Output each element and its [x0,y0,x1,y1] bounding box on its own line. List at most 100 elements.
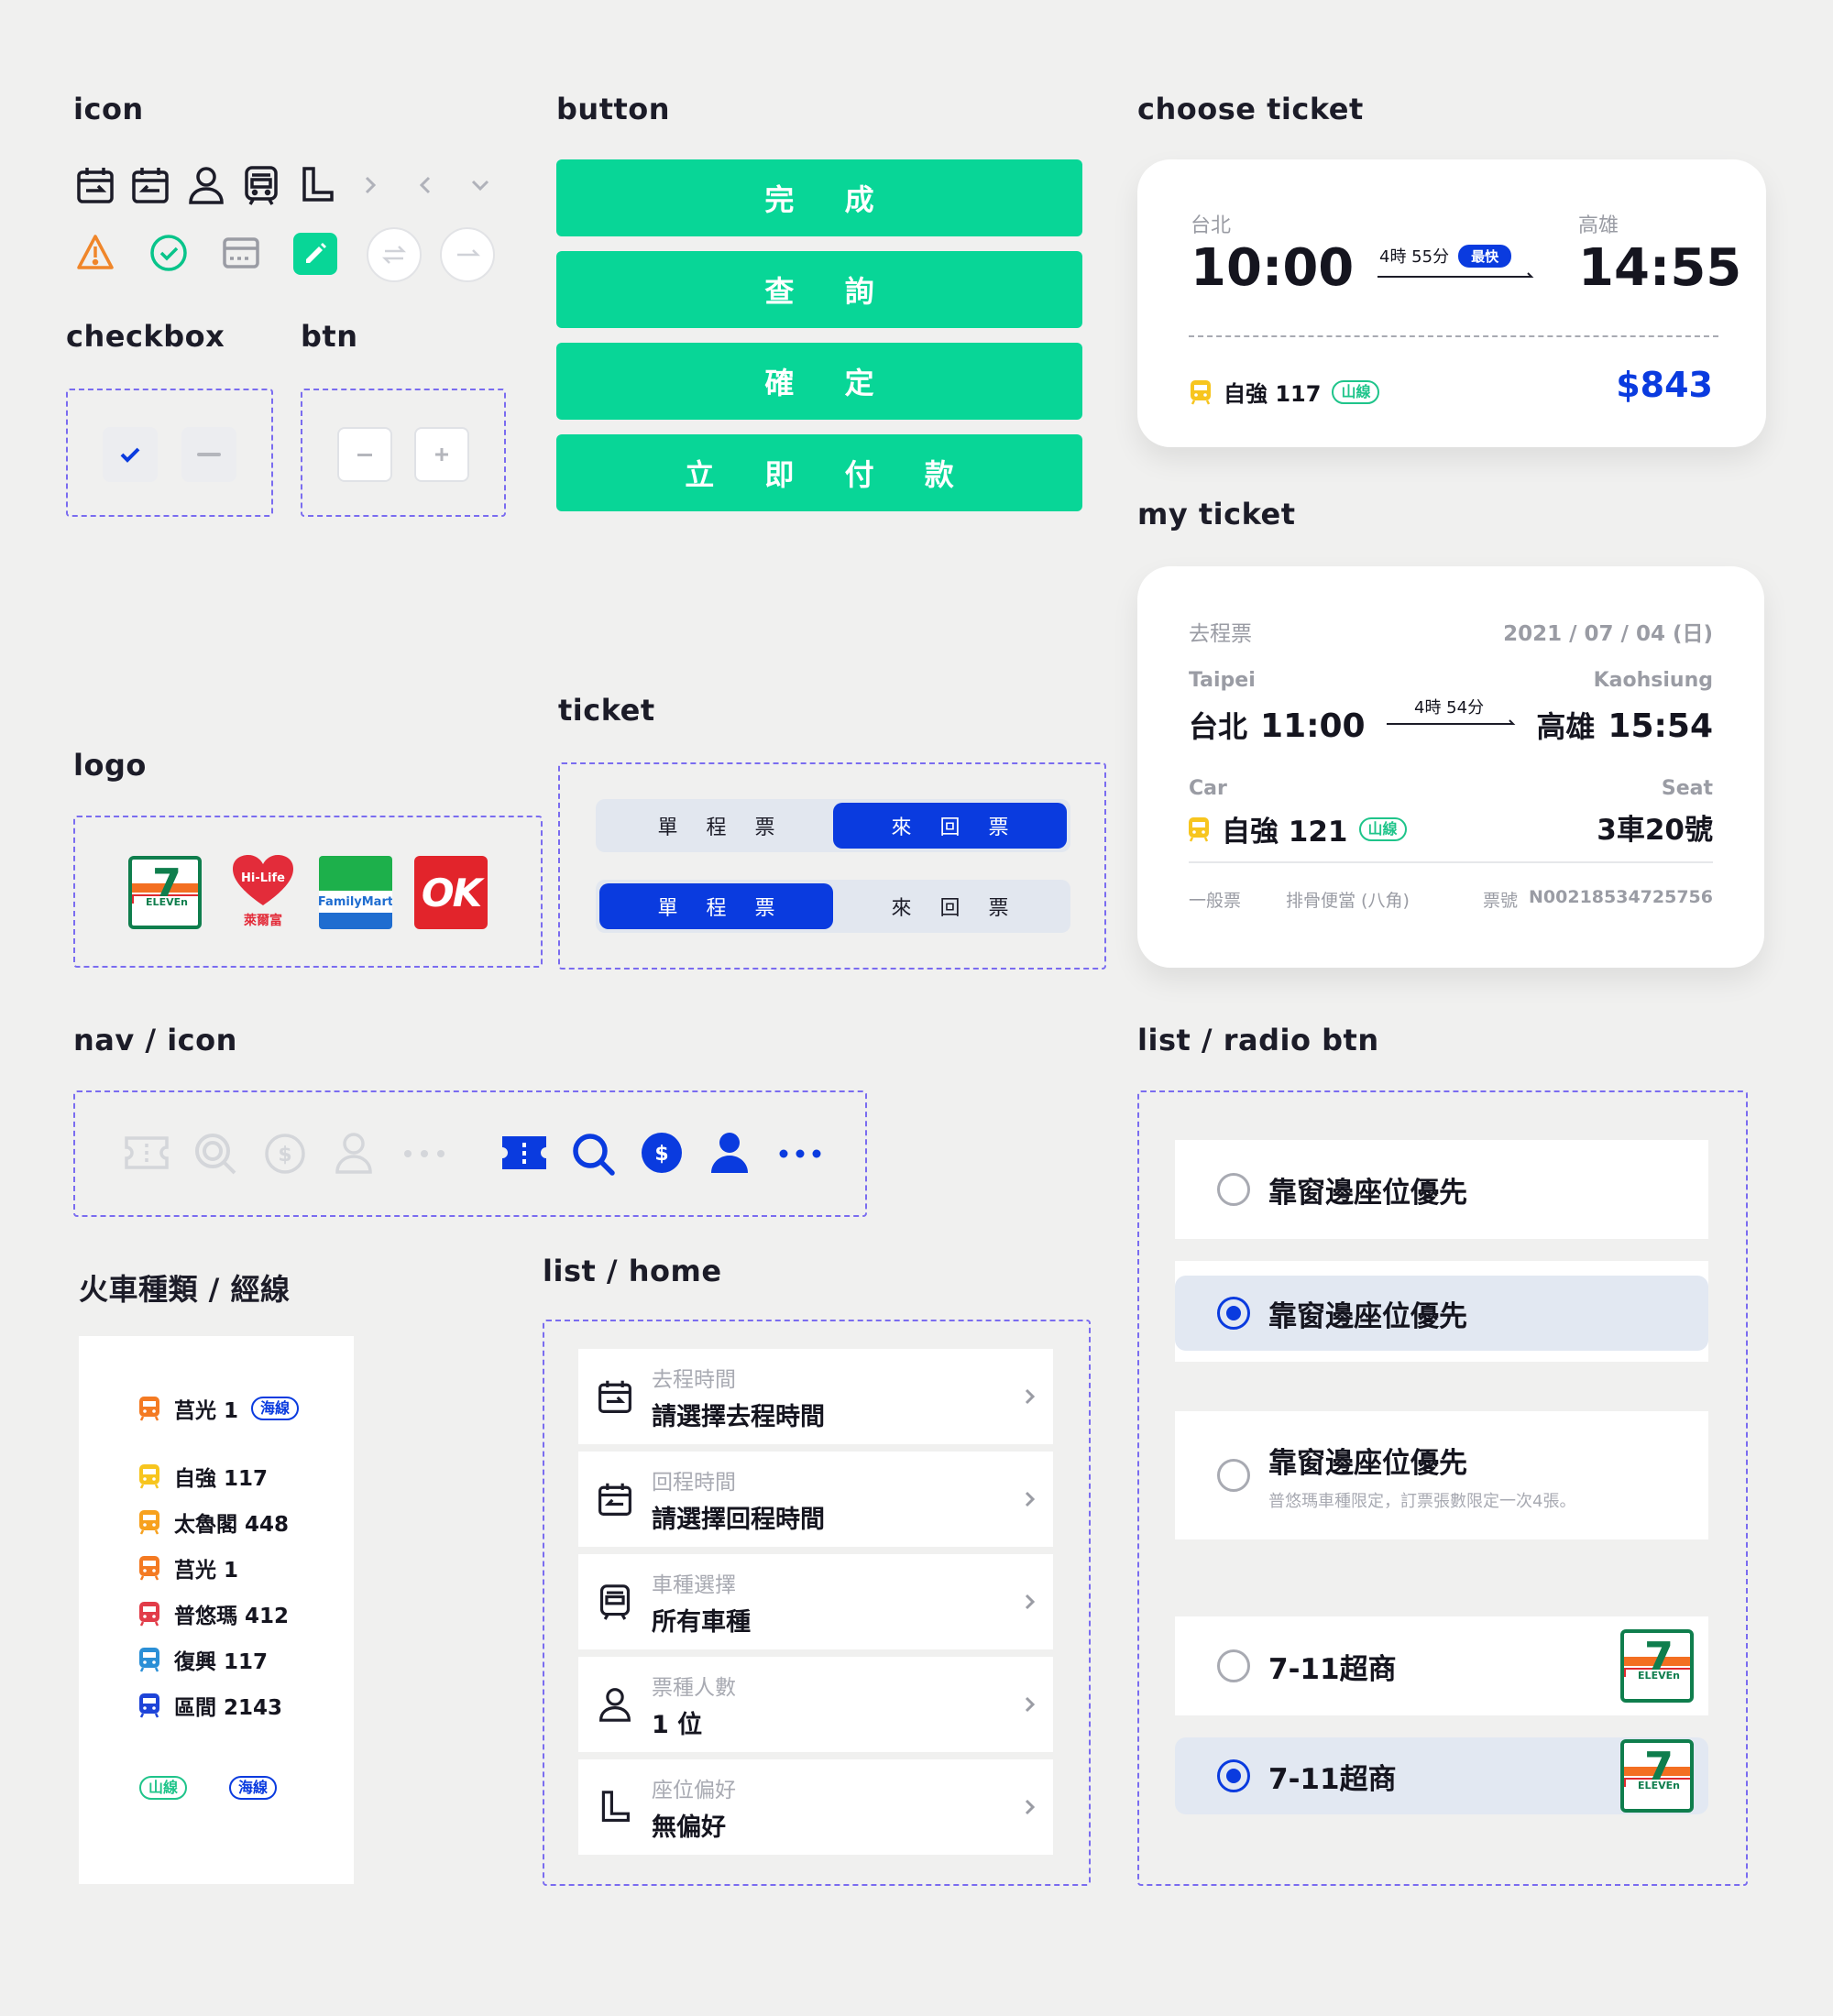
radio-label: 靠窗邊座位優先 [1268,1176,1467,1210]
home-list-item[interactable]: 座位偏好 無偏好 [578,1759,1053,1855]
more-icon-active[interactable] [779,1149,821,1158]
pay-now-button[interactable]: 立 即 付 款 [556,434,1082,511]
radio-label: 靠窗邊座位優先 [1268,1446,1467,1480]
section-title-my-ticket: my ticket [1137,497,1296,531]
minus-icon [197,453,221,456]
ticket-number-row: 票號 N00218534725756 [1483,887,1713,912]
edit-icon[interactable] [293,233,337,275]
my-ticket-card[interactable]: 去程票 2021 / 07 / 04 (日) Taipei Kaohsiung … [1137,566,1764,968]
train-icon [578,1583,652,1620]
calendar-return-icon [578,1481,652,1517]
logo-group: 7 ELEVEn Hi-Life 萊爾富 FamilyMart OK [73,816,543,968]
to-station: 高雄 [1578,214,1619,237]
home-list-item[interactable]: 去程時間 請選擇去程時間 [578,1349,1053,1444]
home-list-item[interactable]: 票種人數 1 位 [578,1657,1053,1752]
more-icon-inactive[interactable] [403,1149,445,1158]
segment-round-ticket[interactable]: 來 回 票 [833,803,1067,849]
ticket-icon-inactive[interactable] [123,1134,170,1171]
arrow-right-icon[interactable] [440,227,495,282]
radio-button[interactable] [1217,1173,1250,1206]
list-item-label: 座位偏好 [652,1778,736,1802]
line-badge: 海線 [251,1397,300,1420]
arrival: 高雄 15:54 [1536,704,1713,746]
radio-711-store-selected[interactable]: 7-11超商 7 ELEVEn [1175,1737,1708,1814]
duration-arrow [1385,718,1519,728]
ok-mart-logo: OK [414,856,488,929]
ticket-icon-active[interactable] [500,1134,548,1171]
seat-number: 3車20號 [1597,814,1713,847]
home-list-item[interactable]: 回程時間 請選擇回程時間 [578,1452,1053,1547]
line-badge: 山線 [1332,379,1380,404]
radio-button[interactable] [1217,1649,1250,1682]
choose-ticket-card[interactable]: 台北 10:00 4時 55分 最快 高雄 14:55 自強 117 山線 $8… [1137,159,1766,447]
divider [1189,335,1718,337]
radio-window-seat-note[interactable]: 靠窗邊座位優先 普悠瑪車種限定，訂票張數限定一次4張。 [1175,1411,1708,1539]
stepper-plus-button[interactable] [414,427,469,482]
checkbox-checked[interactable] [103,427,158,482]
svg-text:$: $ [278,1144,291,1167]
train-icon [139,1397,159,1421]
search-button[interactable]: 查 詢 [556,251,1082,328]
dollar-icon-active[interactable]: $ [640,1131,684,1175]
radio-button-selected[interactable] [1217,1759,1250,1792]
list-item-label: 去程時間 [652,1367,736,1392]
train-type-item: 復興 117 [137,1644,268,1675]
calendar-out-icon [75,165,115,205]
complete-button[interactable]: 完 成 [556,159,1082,236]
confirm-button[interactable]: 確 定 [556,343,1082,420]
train-icon [139,1648,159,1672]
search-icon-inactive[interactable] [192,1131,238,1177]
section-title-choose-ticket: choose ticket [1137,92,1364,126]
list-item-value: 無偏好 [652,1813,726,1842]
familymart-logo: FamilyMart [319,856,392,929]
section-title-logo: logo [73,748,147,783]
section-title-btn: btn [301,319,358,354]
seven-eleven-logo: 7 ELEVEn [1620,1739,1694,1813]
from-time: 11:00 [1260,707,1366,745]
list-item-value: 請選擇回程時間 [652,1505,825,1534]
radio-window-seat-selected[interactable]: 靠窗邊座位優先 [1175,1276,1708,1351]
train-name: 自強 117 [1224,381,1322,407]
person-icon-active[interactable] [709,1131,750,1175]
car-row: 自強 121 山線 [1187,808,1407,849]
train-icon [139,1556,159,1581]
radio-button[interactable] [1217,1459,1250,1492]
train-type-name: 普悠瑪 412 [174,1605,290,1628]
train-type-name: 莒光 1 [174,1399,239,1423]
ticket-segmented-control-1: 單 程 票 來 回 票 [596,799,1070,852]
seven-eleven-logo: 7 ELEVEn [128,856,202,929]
segment-single-ticket[interactable]: 單 程 票 [599,803,833,849]
search-icon-active[interactable] [570,1131,616,1177]
credit-card-icon [222,236,260,269]
checkbox-indeterminate[interactable] [181,427,236,482]
segment-round-ticket[interactable]: 來 回 票 [833,883,1067,929]
calendar-return-icon [130,165,170,205]
train-type-name: 復興 117 [174,1650,269,1674]
chevron-right-icon [1007,1386,1053,1407]
swap-icon[interactable] [367,227,422,282]
list-item-text: 座位偏好 無偏好 [652,1772,1007,1843]
stepper-minus-button[interactable] [337,427,392,482]
segment-single-ticket[interactable]: 單 程 票 [599,883,833,929]
warning-icon [75,233,115,271]
train-type-item: 太魯閣 448 [137,1507,289,1538]
list-item-text: 去程時間 請選擇去程時間 [652,1362,1007,1432]
home-list-item[interactable]: 車種選擇 所有車種 [578,1554,1053,1649]
train-type-name: 太魯閣 448 [174,1513,290,1537]
radio-button-selected[interactable] [1217,1297,1250,1330]
price: $843 [1616,365,1713,405]
list-item-label: 車種選擇 [652,1572,736,1597]
seat-label: Seat [1661,777,1713,800]
nav-icon-group: $ $ [73,1090,867,1217]
radio-window-seat[interactable]: 靠窗邊座位優先 [1175,1140,1708,1239]
list-item-text: 車種選擇 所有車種 [652,1567,1007,1638]
person-icon-inactive[interactable] [334,1131,374,1175]
mountain-line-badge: 山線 [139,1776,188,1800]
list-item-text: 回程時間 請選擇回程時間 [652,1464,1007,1535]
ticket-type: 去程票 [1189,622,1252,646]
dollar-icon-inactive[interactable]: $ [264,1133,306,1175]
radio-711-store[interactable]: 7-11超商 7 ELEVEn [1175,1616,1708,1715]
line-badge: 山線 [1358,816,1407,841]
departure-time: 10:00 [1191,238,1355,298]
train-type-name: 莒光 1 [174,1559,239,1583]
